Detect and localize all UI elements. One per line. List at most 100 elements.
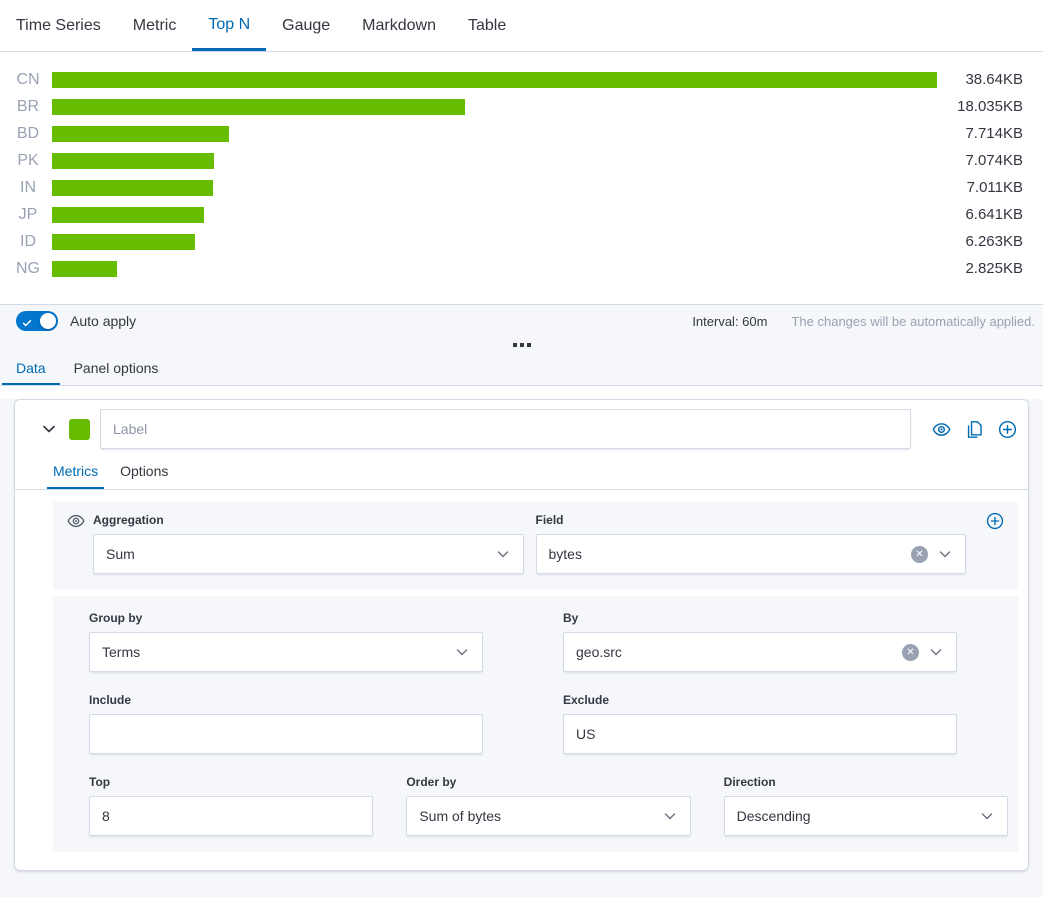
bar-track	[52, 207, 937, 223]
add-series-icon[interactable]	[998, 420, 1017, 439]
by-label: By	[563, 610, 957, 626]
bar-track	[52, 180, 937, 196]
bar-track	[52, 234, 937, 250]
group-by-label: Group by	[89, 610, 483, 626]
add-metric-icon[interactable]	[986, 512, 1004, 574]
toggle-knob	[40, 313, 56, 329]
series-color-swatch[interactable]	[69, 419, 90, 440]
exclude-input[interactable]	[563, 714, 957, 754]
tab-metric[interactable]: Metric	[117, 0, 193, 51]
auto-apply-hint: The changes will be automatically applie…	[791, 314, 1035, 329]
group-by-select[interactable]: Terms	[89, 632, 483, 672]
bar-value-label: 6.263KB	[937, 233, 1043, 250]
bar-value-label: 6.641KB	[937, 206, 1043, 223]
bar	[52, 72, 937, 88]
top-n-bar-chart: CN 38.64KB BR 18.035KB BD7.714KB PK 7.074KB IN7…	[0, 52, 1043, 304]
bar-track	[52, 153, 937, 169]
bar-category-label: NG	[12, 260, 44, 278]
aggregation-label: Aggregation	[93, 512, 524, 528]
field-combobox[interactable]: bytes ✕	[536, 534, 967, 574]
bar-value-label: 18.035KB	[937, 98, 1043, 115]
auto-apply-label: Auto apply	[70, 313, 136, 329]
bar	[52, 234, 195, 250]
aggregation-select[interactable]: Sum	[93, 534, 524, 574]
series-label-input[interactable]	[100, 409, 911, 449]
field-label: Field	[536, 512, 967, 528]
bar-value-label: 2.825KB	[937, 260, 1043, 277]
exclude-label: Exclude	[563, 692, 957, 708]
include-input[interactable]	[89, 714, 483, 754]
chart-row: IN7.011KB	[0, 174, 1043, 201]
by-combobox[interactable]: geo.src ✕	[563, 632, 957, 672]
chevron-down-icon[interactable]	[37, 417, 61, 441]
direction-group: Direction Descending	[724, 774, 1008, 836]
clear-icon[interactable]: ✕	[911, 546, 928, 563]
auto-apply-row: Auto apply Interval: 60m The changes wil…	[0, 305, 1043, 337]
editor-toolbar: Auto apply Interval: 60m The changes wil…	[0, 304, 1043, 386]
clone-icon[interactable]	[965, 420, 984, 439]
bar-track	[52, 126, 937, 142]
tab-gauge[interactable]: Gauge	[266, 0, 346, 51]
tab-panel-options[interactable]: Panel options	[60, 353, 173, 385]
chart-row: BD7.714KB	[0, 120, 1043, 147]
bar-track	[52, 99, 937, 115]
chevron-down-icon	[495, 546, 511, 562]
tab-top-n[interactable]: Top N	[192, 0, 266, 51]
direction-label: Direction	[724, 774, 1008, 790]
aggregation-group: Aggregation Sum	[93, 512, 524, 574]
bar-category-label: BR	[12, 98, 44, 116]
bar-value-label: 7.074KB	[937, 152, 1043, 169]
bar-track	[52, 261, 937, 277]
top-label: Top	[89, 774, 373, 790]
interval-value: Interval: 60m	[692, 314, 767, 329]
include-group: Include	[89, 692, 483, 754]
bar-value-label: 7.714KB	[937, 125, 1043, 142]
direction-select[interactable]: Descending	[724, 796, 1008, 836]
metric-visibility-eye-icon[interactable]	[67, 512, 85, 574]
chevron-down-icon	[979, 808, 995, 824]
panel-resize-handle[interactable]	[0, 337, 1043, 353]
editor-body: Metrics Options Aggregation Sum Field	[0, 399, 1043, 897]
tab-data[interactable]: Data	[2, 353, 60, 385]
tab-metrics[interactable]: Metrics	[47, 454, 104, 489]
bar-category-label: CN	[12, 71, 44, 89]
clear-icon[interactable]: ✕	[902, 644, 919, 661]
chart-row: ID6.263KB	[0, 228, 1043, 255]
bar	[52, 207, 204, 223]
tab-time-series[interactable]: Time Series	[0, 0, 117, 51]
include-label: Include	[89, 692, 483, 708]
bar-value-label: 38.64KB	[937, 71, 1043, 88]
bar-track	[52, 72, 937, 88]
auto-apply-toggle[interactable]	[16, 311, 58, 331]
series-card: Metrics Options Aggregation Sum Field	[14, 399, 1029, 871]
chevron-down-icon	[454, 644, 470, 660]
series-tab-bar: Metrics Options	[15, 454, 1028, 490]
series-actions	[932, 420, 1017, 439]
chart-row: NG 2.825KB	[0, 255, 1043, 282]
bar	[52, 153, 214, 169]
order-by-group: Order by Sum of bytes	[406, 774, 690, 836]
top-input[interactable]	[89, 796, 373, 836]
visualization-tab-bar: Time SeriesMetricTop NGaugeMarkdownTable	[0, 0, 1043, 52]
bar-category-label: PK	[12, 152, 44, 170]
chevron-down-icon	[662, 808, 678, 824]
tab-options[interactable]: Options	[114, 454, 174, 489]
tab-table[interactable]: Table	[452, 0, 522, 51]
bar	[52, 99, 465, 115]
bar	[52, 126, 229, 142]
metric-row: Aggregation Sum Field bytes ✕	[53, 502, 1018, 590]
order-by-label: Order by	[406, 774, 690, 790]
bar-category-label: JP	[12, 206, 44, 224]
bar-value-label: 7.011KB	[937, 179, 1043, 196]
check-icon	[22, 315, 32, 333]
editor-tab-bar: DataPanel options	[0, 353, 1043, 386]
chevron-down-icon	[928, 644, 944, 660]
order-by-select[interactable]: Sum of bytes	[406, 796, 690, 836]
tab-markdown[interactable]: Markdown	[346, 0, 452, 51]
eye-icon[interactable]	[932, 420, 951, 439]
chart-row: JP 6.641KB	[0, 201, 1043, 228]
group-by-panel: Group by Terms By geo.src ✕	[53, 596, 1018, 852]
group-by-group: Group by Terms	[89, 610, 483, 672]
bar	[52, 180, 213, 196]
bar	[52, 261, 117, 277]
